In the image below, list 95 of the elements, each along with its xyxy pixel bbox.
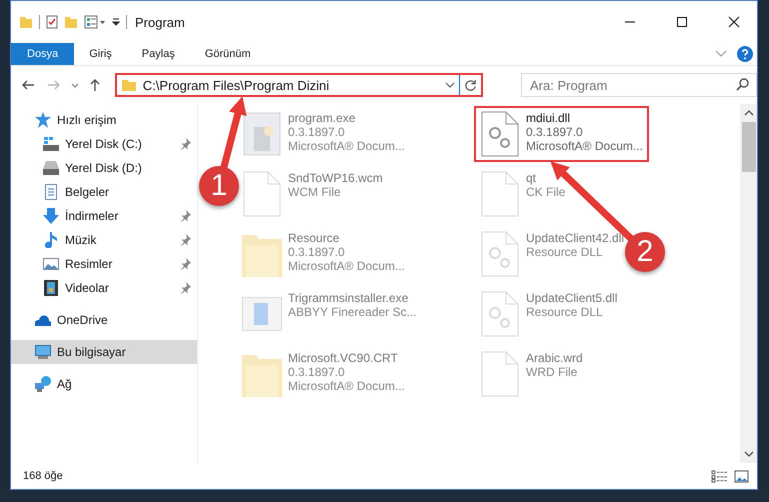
maximize-icon [676, 16, 688, 28]
gear-file-icon [480, 111, 520, 157]
chevron-icon[interactable] [445, 82, 456, 88]
scroll-up-icon[interactable] [744, 110, 754, 116]
file-detail: 0.3.1897.0 [288, 365, 345, 379]
sidebar-item[interactable]: Yerel Disk (C:) [11, 132, 197, 156]
drive-icon [43, 161, 59, 175]
minimize-icon [624, 21, 636, 23]
file-detail: MicrosoftA® Docum... [288, 379, 405, 393]
file-item[interactable]: UpdateClient5.dll Resource DLL [476, 288, 622, 340]
file-item[interactable]: qt CK File [476, 168, 570, 220]
dropdown-icon[interactable] [112, 18, 120, 26]
sidebar-item[interactable]: Videolar [11, 276, 197, 300]
file-detail: MicrosoftA® Docum... [526, 139, 643, 153]
pictures-icon [43, 256, 59, 272]
file-name: mdiui.dll [526, 111, 570, 125]
file-name: Arabic.wrd [526, 351, 583, 365]
file-icon [480, 171, 520, 217]
file-icon [242, 171, 282, 217]
file-detail: ABBYY Finereader Sc... [288, 305, 417, 319]
file-name: UpdateClient5.dll [526, 291, 618, 305]
pin-icon[interactable] [179, 210, 191, 222]
address-bar[interactable]: C:\Program Files\Program Dizini [114, 73, 484, 97]
item-count: 168 öğe [23, 470, 63, 482]
scroll-thumb[interactable] [742, 122, 756, 172]
document-icon [43, 184, 59, 200]
file-detail: 0.3.1897.0 [526, 125, 583, 139]
file-detail: Resource DLL [526, 305, 603, 319]
file-icon [480, 351, 520, 397]
address-path: C:\Program Files\Program Dizini [142, 78, 330, 92]
ribbon-tab[interactable]: Giriş [74, 43, 127, 65]
drive-c-icon [43, 137, 59, 151]
file-item[interactable]: SndToWP16.wcm WCM File [238, 168, 387, 220]
file-detail: Resource DLL [526, 245, 603, 259]
chevron-icon[interactable] [70, 82, 79, 88]
window-title: Program [135, 14, 185, 30]
large-icons-view-icon[interactable] [734, 470, 749, 482]
download-icon [43, 208, 59, 224]
network-icon [35, 376, 51, 392]
ribbon-tab[interactable]: Dosya [11, 43, 74, 65]
gear-file-icon [480, 291, 520, 337]
star-icon [35, 112, 51, 128]
file-detail: WCM File [288, 185, 341, 199]
sidebar-item[interactable]: OneDrive [11, 308, 197, 332]
close-icon [728, 16, 740, 28]
sidebar-item[interactable]: Yerel Disk (D:) [11, 156, 197, 180]
details-view-icon[interactable] [711, 470, 728, 482]
scrollbar[interactable] [740, 104, 757, 463]
file-detail: CK File [526, 185, 566, 199]
file-item[interactable]: Trigrammsinstaller.exe ABBYY Finereader Sc... [238, 288, 421, 340]
file-name: Microsoft.VC90.CRT [288, 351, 398, 365]
application-icon [242, 111, 282, 157]
file-name: program.exe [288, 111, 356, 125]
search-field[interactable]: Ara: Program [521, 73, 758, 97]
pin-icon[interactable] [179, 138, 191, 150]
video-icon [43, 280, 59, 296]
properties-icon[interactable] [84, 15, 106, 29]
file-name: qt [526, 171, 536, 185]
sidebar-item[interactable]: İndirmeler [11, 204, 197, 228]
pin-icon[interactable] [179, 282, 191, 294]
file-detail: MicrosoftA® Docum... [288, 259, 405, 273]
sidebar-item[interactable]: Belgeler [11, 180, 197, 204]
refresh-icon [464, 78, 478, 92]
ribbon-tab[interactable]: Görünüm [190, 43, 266, 65]
file-item[interactable]: Microsoft.VC90.CRT 0.3.1897.0 MicrosoftA® Docum... [238, 348, 409, 400]
pin-icon[interactable] [179, 234, 191, 246]
file-item[interactable]: program.exe 0.3.1897.0 MicrosoftA® Docum... [238, 108, 409, 160]
sidebar-item[interactable]: Resimler [11, 252, 197, 276]
sidebar-item[interactable]: Hızlı erişim [11, 108, 197, 132]
sidebar-item[interactable]: Ağ [11, 372, 197, 396]
file-item[interactable]: mdiui.dll 0.3.1897.0 MicrosoftA® Docum... [476, 108, 647, 160]
file-name: Resource [288, 231, 340, 245]
file-item[interactable]: Resource 0.3.1897.0 MicrosoftA® Docum... [238, 228, 409, 280]
sidebar-item[interactable]: Müzik [11, 228, 197, 252]
file-detail: MicrosoftA® Docum... [288, 139, 405, 153]
pin-icon[interactable] [179, 258, 191, 270]
gear-file-icon [480, 231, 520, 277]
file-name: UpdateClient42.dll [526, 231, 624, 245]
file-name: Trigrammsinstaller.exe [288, 291, 408, 305]
help-icon[interactable] [737, 46, 753, 62]
checklist-icon[interactable] [46, 15, 58, 29]
search-icon[interactable] [736, 78, 750, 91]
file-detail: WRD File [526, 365, 578, 379]
back-icon[interactable] [21, 79, 35, 91]
folder-icon [120, 78, 137, 92]
file-detail: 0.3.1897.0 [288, 245, 345, 259]
file-item[interactable]: Arabic.wrd WRD File [476, 348, 587, 400]
up-icon[interactable] [88, 78, 101, 92]
ribbon-tab[interactable]: Paylaş [126, 43, 190, 65]
file-detail: 0.3.1897.0 [288, 125, 345, 139]
sidebar-item[interactable]: Bu bilgisayar [11, 340, 197, 364]
scroll-down-icon[interactable] [744, 451, 754, 457]
file-name: SndToWP16.wcm [288, 171, 383, 185]
computer-icon [35, 344, 51, 360]
music-icon [43, 232, 59, 248]
